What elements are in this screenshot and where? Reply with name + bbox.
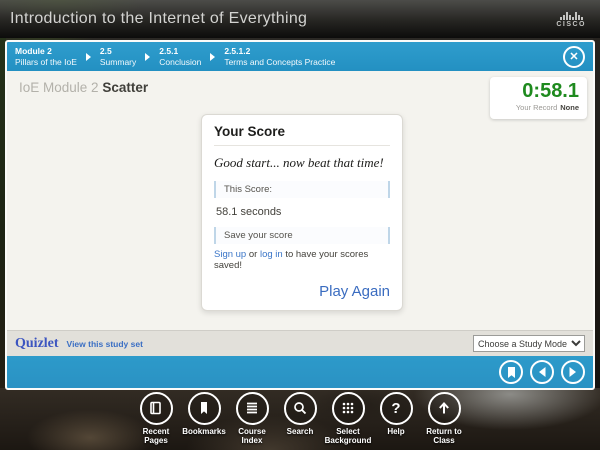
bookmark-icon (506, 366, 517, 379)
player-control-bar (7, 356, 593, 388)
record-value: None (560, 103, 579, 112)
return-to-class-button[interactable]: Return to Class (420, 392, 468, 445)
previous-arrow-icon (537, 366, 547, 378)
search-button[interactable]: Search (276, 392, 324, 445)
bottom-nav: Recent Pages Bookmarks Course Index Sear… (132, 392, 468, 445)
course-index-button[interactable]: Course Index (228, 392, 276, 445)
dialog-title: Your Score (214, 124, 390, 146)
up-arrow-icon (428, 392, 461, 425)
save-hint: Sign up or log in to have your scores sa… (214, 249, 390, 271)
content-window: Module 2 Pillars of the IoE 2.5 Summary … (5, 40, 595, 390)
view-study-set-link[interactable]: View this study set (67, 339, 143, 349)
timer-value: 0:58.1 (522, 79, 579, 103)
dialog-message: Good start... now beat that time! (214, 155, 390, 171)
sign-up-link[interactable]: Sign up (214, 249, 246, 260)
record-label: Your Record (516, 103, 557, 112)
page-title: IoE Module 2 Scatter (19, 80, 148, 95)
breadcrumb-conclusion[interactable]: 2.5.1 Conclusion (159, 46, 201, 67)
this-score-value: 58.1 seconds (214, 203, 390, 222)
search-icon (284, 392, 317, 425)
quizlet-bar: Quizlet View this study set Choose a Stu… (7, 330, 593, 356)
grid-icon (332, 392, 365, 425)
breadcrumb-module[interactable]: Module 2 Pillars of the IoE (15, 46, 77, 67)
activity-area: IoE Module 2 Scatter 0:58.1 Your RecordN… (7, 71, 593, 330)
pages-icon (140, 392, 173, 425)
title-bar: Introduction to the Internet of Everythi… (0, 0, 600, 38)
question-icon: ? (380, 392, 413, 425)
breadcrumb-summary[interactable]: 2.5 Summary (100, 46, 136, 67)
chevron-right-icon (86, 53, 91, 61)
close-icon[interactable]: ✕ (563, 46, 585, 68)
chevron-right-icon (210, 53, 215, 61)
next-page-button[interactable] (561, 360, 585, 384)
select-background-button[interactable]: Select Background (324, 392, 372, 445)
bookmarks-button[interactable]: Bookmarks (180, 392, 228, 445)
log-in-link[interactable]: log in (260, 249, 283, 260)
play-again-button[interactable]: Play Again (214, 283, 390, 300)
help-button[interactable]: ? Help (372, 392, 420, 445)
list-icon (236, 392, 269, 425)
course-title: Introduction to the Internet of Everythi… (10, 10, 307, 28)
chevron-right-icon (145, 53, 150, 61)
this-score-label: This Score: (214, 181, 390, 198)
cisco-logo: CISCO (556, 10, 590, 28)
record-line: Your RecordNone (516, 103, 579, 112)
timer-card: 0:58.1 Your RecordNone (490, 77, 587, 119)
previous-page-button[interactable] (530, 360, 554, 384)
recent-pages-button[interactable]: Recent Pages (132, 392, 180, 445)
study-mode-select[interactable]: Choose a Study Mode (473, 335, 585, 352)
bookmark-page-button[interactable] (499, 360, 523, 384)
breadcrumb-practice[interactable]: 2.5.1.2 Terms and Concepts Practice (224, 46, 335, 67)
page-title-module: IoE Module 2 (19, 80, 99, 95)
quizlet-logo[interactable]: Quizlet (15, 336, 59, 352)
cisco-wordmark: CISCO (556, 21, 586, 28)
next-arrow-icon (568, 366, 578, 378)
save-score-label: Save your score (214, 227, 390, 244)
breadcrumb: Module 2 Pillars of the IoE 2.5 Summary … (7, 42, 593, 71)
cisco-bridge-icon (560, 10, 583, 20)
bookmark-icon (188, 392, 221, 425)
score-dialog: Your Score Good start... now beat that t… (201, 114, 403, 311)
page-title-activity: Scatter (102, 80, 148, 95)
